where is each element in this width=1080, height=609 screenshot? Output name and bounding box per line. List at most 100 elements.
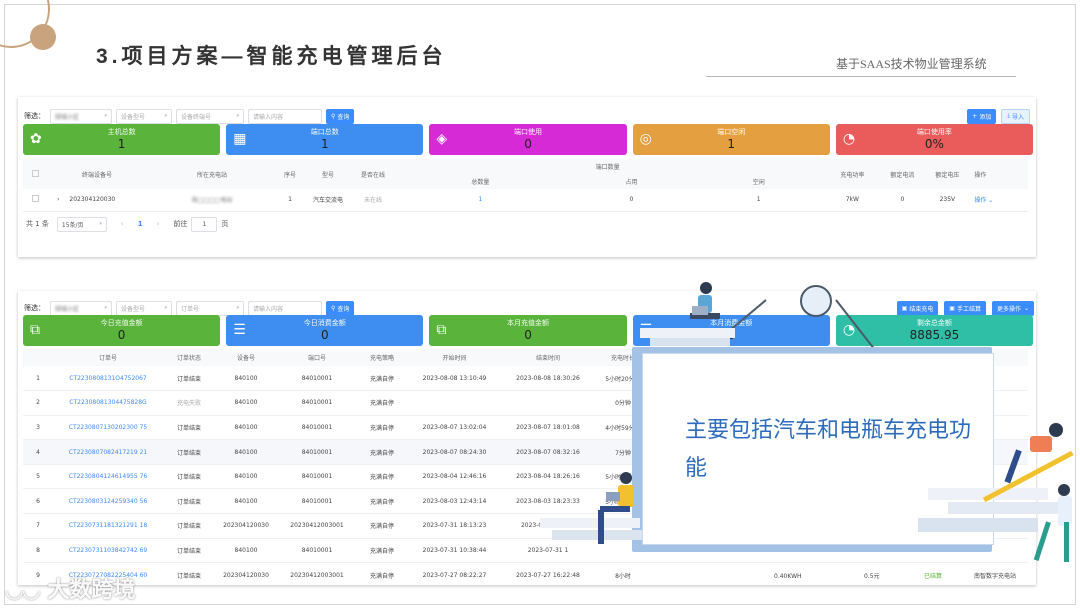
pagination: 共 1 条 15条/页 ▾ ‹ 1 › 前往 1 页 [26,215,228,233]
online-cell: 未在线 [363,197,382,205]
start-time: 2023-08-07 08:24:30 [422,448,487,456]
order-no-link[interactable]: CT2230731181321291 18 [53,514,163,539]
device-no: 840100 [234,423,258,431]
table-row[interactable]: › 202304120030 南□□□□电站 1 汽车交流电 未在线 1 0 1 … [23,189,1028,211]
port-no: 84010001 [301,423,333,431]
charge-strategy: 充满自停 [369,424,394,432]
order-no-link[interactable]: CT2230804124614955 76 [53,464,163,489]
page-suffix: 页 [221,220,229,228]
row-index: 1 [36,374,40,382]
start-time: 2023-07-31 10:38:44 [422,546,487,554]
filter-label: 筛选： [24,112,45,120]
start-time [407,391,502,416]
add-button-label: 添加 [979,113,992,121]
prev-page-icon[interactable]: ‹ [121,220,124,228]
order-no-link[interactable]: CT22308081304475828G [53,391,163,416]
stat-card-month-recharge: ⧉ 本月充值金额 0 [429,315,627,346]
more-actions-button[interactable]: 更多操作 ⌄ [991,300,1034,316]
terminal-no-select[interactable]: 设备终端号 ▾ [176,108,244,124]
col-end-time: 结束时间 [502,349,594,366]
order-no-link[interactable]: CT2230808131O4752067 [53,366,163,391]
next-page-icon[interactable]: › [157,220,160,228]
end-time: 2023-08-07 18:01:08 [516,423,580,431]
search-button[interactable]: ⚲ 查询 [326,108,355,124]
device-type-select[interactable]: 设备型号 ▾ [116,300,172,316]
charge-strategy: 充满自停 [369,375,394,383]
port-no: 84010001 [301,473,333,481]
end-charge-label: 结束充电 [909,305,934,313]
station-cell: 南□□□□电站 [191,197,233,205]
model-cell: 汽车交流电 [312,197,343,205]
manual-settle-button[interactable]: ▣ 手工结算 [944,300,986,316]
order-no-link[interactable]: CT2230807130202300 75 [53,415,163,440]
ports-total-cell[interactable]: 1 [393,189,568,211]
import-button[interactable]: ⤓ 导入 [1001,108,1030,124]
row-index: 5 [36,473,40,481]
order-no-link[interactable]: CT2230807082417219 21 [53,440,163,465]
keyword-input[interactable]: 请输入内容 [248,108,322,124]
stat-label: 端口空闲 [717,128,746,136]
start-time: 2023-08-07 13:02:04 [422,423,487,431]
search-button[interactable]: ⚲ 查询 [326,300,355,316]
station-select[interactable]: 绿城小区 ▾ [50,300,112,316]
col-current: 额定电流 [882,159,923,189]
port-no: 20230412003001 [290,571,344,579]
port-no: 84010001 [301,374,333,382]
start-time: 2023-08-04 12:46:16 [422,473,487,481]
finance-stats-row: ⧉ 今日充值金额 0 ☰ 今日消费金额 0 ⧉ 本月充值金额 0 ☰ 本月消费金… [23,315,1034,346]
col-station: 所在充电站 [147,159,277,189]
decorative-dot [30,24,56,50]
page-number[interactable]: 1 [138,220,143,228]
end-charge-button[interactable]: ▣ 结束充电 [896,300,939,316]
chevron-down-icon: ▾ [236,305,239,311]
col-power: 充电功率 [822,159,883,189]
col-port-free: 空闲 [695,174,823,189]
search-button-label: 查询 [337,305,350,313]
order-no-link[interactable]: CT2230803124259340 56 [53,489,163,514]
end-time [502,391,594,416]
device-no: 840100 [234,399,258,407]
device-type-placeholder: 设备型号 [121,113,146,121]
action-dropdown[interactable]: 操作 ⌄ [972,189,1012,211]
charge-strategy: 充满自停 [369,400,394,408]
stat-card-port-used: ◈ 端口使用 0 [429,124,627,155]
person-holding-pencil-illustration [918,423,1074,562]
add-button[interactable]: + 添加 [967,108,997,124]
start-time: 2023-07-31 18:13:23 [422,522,487,530]
col-device-no: 终端设备号 [47,159,147,189]
search-icon: ⚲ [331,112,336,120]
keyword-input[interactable]: 请输入内容 [248,300,322,316]
filter-label: 筛选： [24,304,45,312]
order-no-placeholder: 订单号 [181,305,200,313]
table-row[interactable]: 9 CT2230727082225404 60 订单结束 202304120030 20… [23,563,1028,585]
expand-chevron-icon[interactable]: › [57,196,59,203]
stat-value: 0 [524,328,532,342]
col-order-status: 订单状态 [163,349,215,366]
stat-label: 今日充值金额 [100,319,143,327]
col-action: 操作 [972,159,1013,189]
order-no-select[interactable]: 订单号 ▾ [176,300,244,316]
station-select[interactable]: 绿城小区 ▾ [50,108,112,124]
order-no-link[interactable]: CT2230731103842742 69 [53,538,163,563]
stat-value: 1 [117,137,126,151]
page-size-select[interactable]: 15条/页 ▾ [56,216,107,232]
device-type-select[interactable]: 设备型号 ▾ [116,108,172,124]
person-with-laptop-illustration [640,282,735,346]
keyword-input-placeholder: 请输入内容 [253,113,284,121]
charge-strategy: 充满自停 [369,498,394,506]
order-status: 订单结束 [176,572,201,580]
stat-card-today-recharge: ⧉ 今日充值金额 0 [23,315,221,346]
row-checkbox[interactable] [23,189,47,211]
current-cell: 0 [900,196,905,204]
chevron-down-icon: ⌄ [988,197,994,205]
order-status: 订单结束 [176,474,201,482]
import-icon: ⤓ [1007,112,1010,119]
charge-strategy: 充满自停 [369,547,394,555]
search-icon: ⚲ [331,304,336,312]
select-all-checkbox[interactable] [23,159,47,189]
col-port-count: 端口数量 [393,159,823,174]
stat-label: 剩余总金额 [916,319,952,327]
goto-page-input[interactable]: 1 [191,216,218,232]
device-no: 840100 [234,473,258,481]
end-time: 2023-08-08 18:30:26 [516,374,580,382]
